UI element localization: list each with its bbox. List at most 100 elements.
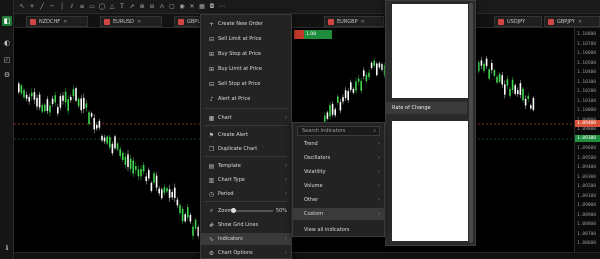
price-axis[interactable]: 1.10800 1.10700 1.10600 1.10500 1.10400 1.103… <box>574 28 600 252</box>
rectangle-icon[interactable]: ▭ <box>88 3 96 11</box>
more-icon[interactable]: ⋯ <box>218 3 226 11</box>
indicator-category-volume[interactable]: Volume › <box>293 180 384 192</box>
close-icon[interactable]: ✕ <box>137 19 141 25</box>
candle-body <box>161 189 163 199</box>
menu-item-create-alert[interactable]: ⚑ Create Alert <box>201 129 291 141</box>
candle-body <box>155 175 158 188</box>
menu-item-template[interactable]: ▤ Template › <box>201 160 291 172</box>
tab-label: USDJPY <box>507 18 526 25</box>
menu-item-period[interactable]: ◷ Period › <box>201 188 291 200</box>
candle-body <box>145 176 147 182</box>
camera-icon[interactable]: ◘ <box>208 3 216 11</box>
menu-item-label: Chart <box>218 115 232 121</box>
zoom-slider-knob[interactable] <box>231 208 236 213</box>
magnet-icon[interactable]: ∩ <box>158 3 166 11</box>
chevron-right-icon: › <box>378 183 380 189</box>
indicator-category-other[interactable]: Other › <box>293 194 384 206</box>
menu-item-show-grid-lines[interactable]: # Show Grid Lines <box>201 219 291 231</box>
channel-icon[interactable]: ⫽ <box>68 3 76 11</box>
info-icon[interactable]: ℹ <box>2 243 12 253</box>
triangle-icon[interactable]: △ <box>108 3 116 11</box>
indicator-category-volatility[interactable]: Volatility › <box>293 166 384 178</box>
arrow-icon[interactable]: ➚ <box>128 3 136 11</box>
settings-icon[interactable]: ⚙ <box>2 70 12 80</box>
indicator-category-custom[interactable]: Custom › <box>293 208 384 220</box>
candle-body <box>75 88 77 101</box>
grid-icon: # <box>208 221 215 229</box>
time-axis[interactable] <box>14 252 600 259</box>
indicator-category-oscillators[interactable]: Oscillators › <box>293 152 384 164</box>
buy-button[interactable]: 1.08 <box>304 30 332 39</box>
buy-limit-icon: ⊞ <box>208 65 215 73</box>
ellipse-icon[interactable]: ◯ <box>98 3 106 11</box>
zoom-in-icon[interactable]: ⊕ <box>138 3 146 11</box>
menu-item-indicators[interactable]: ∿ Indicators › <box>201 233 291 245</box>
menu-item-buy-stop-at-price[interactable]: ⊞ Buy Stop at Price <box>201 48 291 60</box>
menu-item-chart[interactable]: ▦ Chart › <box>201 112 291 124</box>
menu-item-alert-at-price[interactable]: ♪ Alert at Price <box>201 93 291 105</box>
menu-item-create-new-order[interactable]: + Create New Order <box>201 18 291 30</box>
chart-type-icon: ▥ <box>208 176 215 184</box>
layers-icon[interactable]: ◰ <box>2 55 12 65</box>
candle-body <box>174 187 176 198</box>
menu-item-label: Buy Limit at Price <box>218 66 262 72</box>
tab-chart-6[interactable]: GBPJPY ✕ <box>544 16 600 27</box>
layout-icon[interactable]: ▦ <box>198 3 206 11</box>
buy-stop-icon: ⊞ <box>208 50 215 58</box>
eye-icon[interactable]: ◉ <box>178 3 186 11</box>
sell-button[interactable] <box>294 30 304 39</box>
price-label: 1.09200 <box>577 184 596 189</box>
cursor-icon[interactable]: ↖ <box>18 3 26 11</box>
candle-body <box>189 215 192 222</box>
tab-chart-4[interactable]: EURGBP ✕ <box>324 16 384 27</box>
menu-item-label: Chart Type <box>218 177 245 183</box>
watchlist-icon[interactable]: ◐ <box>2 38 12 48</box>
trash-icon[interactable]: ✕ <box>188 3 196 11</box>
sell-stop-icon: ⊟ <box>208 80 215 88</box>
candle-body <box>179 205 181 214</box>
tab-chart-2[interactable]: EURUSD ✕ <box>100 16 162 27</box>
chart-panel-icon[interactable]: ◧ <box>2 16 12 26</box>
candle-body <box>194 219 197 229</box>
menu-item-label: Show Grid Lines <box>218 222 259 228</box>
close-icon[interactable]: ✕ <box>63 19 67 25</box>
candle-body <box>38 94 41 108</box>
close-icon[interactable]: ✕ <box>578 19 582 25</box>
indicator-category-trend[interactable]: Trend › <box>293 138 384 150</box>
menu-item-chart-type[interactable]: ▥ Chart Type › <box>201 174 291 186</box>
chart-context-menu: + Create New Order ⊟ Sell Limit at Price ⊞ Bu… <box>200 14 292 259</box>
menu-item-sell-limit-at-price[interactable]: ⊟ Sell Limit at Price <box>201 33 291 45</box>
search-placeholder: Search indicators <box>302 128 346 134</box>
hline-icon[interactable]: ─ <box>48 3 56 11</box>
price-label: 1.09500 <box>577 155 596 161</box>
menu-item-buy-limit-at-price[interactable]: ⊞ Buy Limit at Price <box>201 63 291 75</box>
chevron-right-icon: › <box>285 191 287 197</box>
one-click-trading[interactable]: 1.08 <box>294 30 332 39</box>
menu-item-duplicate-chart[interactable]: ❐ Duplicate Chart <box>201 143 291 155</box>
menu-item-chart-options[interactable]: ⚙ Chart Options › <box>201 247 291 259</box>
zoom-icon: ⌕ <box>209 207 214 214</box>
price-label: 1.09400 <box>577 165 596 170</box>
zoom-slider[interactable] <box>235 210 273 212</box>
preview-scrollbar[interactable] <box>469 3 473 243</box>
preview-label[interactable]: Rate of Change <box>386 102 467 114</box>
indicator-category-label: Trend <box>304 141 318 147</box>
price-label: 1.08800 <box>577 222 596 227</box>
text-icon[interactable]: T <box>118 3 126 11</box>
tab-chart-1[interactable]: NZDCHF ✕ <box>26 16 88 27</box>
trendline-icon[interactable]: ╱ <box>38 3 46 11</box>
candle-body <box>106 136 108 144</box>
indicator-search-input[interactable]: Search indicators ⌕ <box>297 126 380 136</box>
zoom-out-icon[interactable]: ⊖ <box>148 3 156 11</box>
menu-item-sell-stop-at-price[interactable]: ⊟ Sell Stop at Price <box>201 78 291 90</box>
candle-body <box>187 207 189 218</box>
indicator-category-view-all-indicators[interactable]: View all indicators <box>293 224 384 236</box>
tab-chart-5[interactable]: USDJPY <box>494 16 542 27</box>
menu-item-zoom[interactable]: ⌕ Zoom 50% <box>201 205 291 217</box>
close-icon[interactable]: ✕ <box>361 19 365 25</box>
crosshair-icon[interactable]: + <box>28 3 36 11</box>
indicator-category-label: Volume <box>304 183 323 189</box>
fibonacci-icon[interactable]: ≡ <box>78 3 86 11</box>
vline-icon[interactable]: │ <box>58 3 66 11</box>
lock-icon[interactable]: ▢ <box>168 3 176 11</box>
